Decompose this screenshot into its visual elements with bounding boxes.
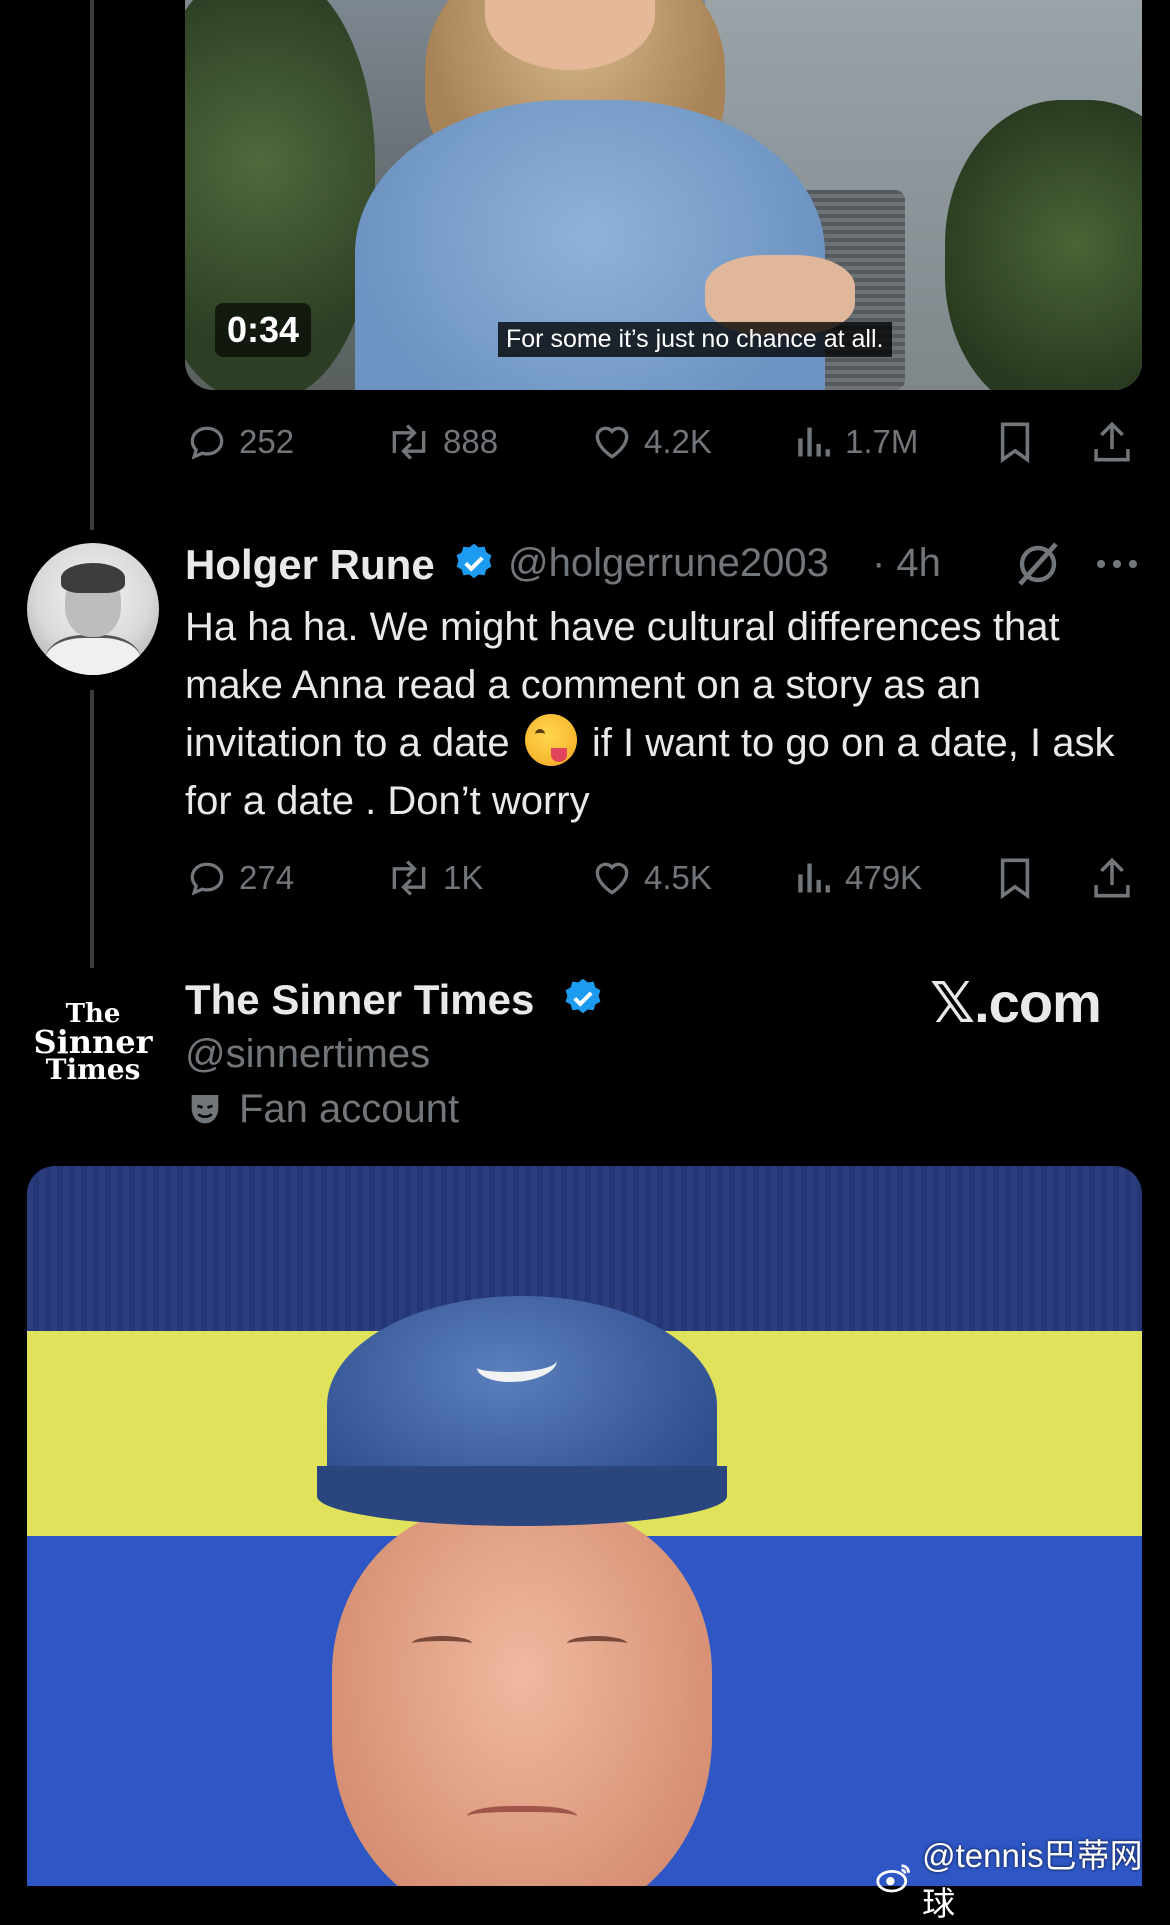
tweet2-author-handle[interactable]: @holgerrune2003 <box>508 541 829 586</box>
bookmark-button[interactable] <box>995 853 1035 903</box>
tweet1-action-bar: 252 888 4.2K 1.7M <box>185 417 1145 467</box>
repost-button[interactable]: 888 <box>385 417 498 467</box>
like-count: 4.5K <box>644 859 712 896</box>
repost-icon <box>392 860 426 896</box>
fan-account-label: Fan account <box>185 1087 459 1132</box>
heart-icon <box>595 426 629 459</box>
logo-line-1: The <box>65 999 121 1029</box>
views-count: 479K <box>845 859 923 896</box>
thread-line-middle <box>90 690 94 968</box>
views-count: 1.7M <box>845 423 919 460</box>
avatar-hair <box>61 563 125 593</box>
photo-eye-right <box>567 1636 627 1651</box>
photo-eye-left <box>412 1636 472 1651</box>
sinner-times-avatar[interactable]: The Sinner Times <box>27 978 159 1110</box>
verified-badge-icon <box>456 543 492 579</box>
reply-icon <box>190 426 224 460</box>
share-button[interactable] <box>1090 417 1134 467</box>
logo-line-2: Sinner <box>33 1023 153 1061</box>
heart-icon <box>595 862 629 895</box>
photo-mouth <box>467 1806 577 1832</box>
reply-button[interactable]: 252 <box>185 417 294 467</box>
tweet3-photo[interactable] <box>27 1166 1142 1886</box>
reply-count: 274 <box>239 859 295 896</box>
video-player[interactable]: 0:34 For some it’s just no chance at all… <box>185 0 1142 390</box>
share-icon <box>1094 421 1130 462</box>
repost-count: 1K <box>443 859 484 896</box>
watermark-text: @tennis巴蒂网球 <box>922 1837 1143 1922</box>
share-icon <box>1094 857 1130 898</box>
repost-button[interactable]: 1K <box>385 853 483 903</box>
weibo-watermark: @tennis巴蒂网球 <box>875 1829 1170 1925</box>
like-button[interactable]: 4.5K <box>590 853 712 903</box>
x-com-brand: 𝕏.com <box>930 971 1102 1034</box>
logo-line-3: Times <box>45 1053 141 1086</box>
views-icon <box>798 863 830 893</box>
like-count: 4.2K <box>644 423 712 460</box>
tweet3-author-handle[interactable]: @sinnertimes <box>185 1032 430 1077</box>
tweet3-author-name[interactable]: The Sinner Times <box>185 976 534 1024</box>
verified-badge-icon <box>565 978 601 1014</box>
like-button[interactable]: 4.2K <box>590 417 712 467</box>
tweet2-text: Ha ha ha. We might have cultural differe… <box>185 598 1125 830</box>
weibo-icon <box>876 1864 910 1893</box>
views-button[interactable]: 1.7M <box>795 417 918 467</box>
holger-rune-avatar[interactable] <box>27 543 159 675</box>
views-icon <box>798 427 830 457</box>
bookmark-button[interactable] <box>995 417 1035 467</box>
grok-icon[interactable] <box>1012 538 1064 590</box>
reply-icon <box>190 862 224 896</box>
share-button[interactable] <box>1090 853 1134 903</box>
tweet2-author-name[interactable]: Holger Rune <box>185 541 435 589</box>
repost-count: 888 <box>443 423 499 460</box>
bookmark-icon <box>1000 422 1030 464</box>
avatar-shirt <box>45 635 141 675</box>
winking-tongue-emoji-icon <box>524 714 577 766</box>
views-button[interactable]: 479K <box>795 853 922 903</box>
tweet2-action-bar: 274 1K 4.5K 479K <box>185 853 1145 903</box>
reply-count: 252 <box>239 423 295 460</box>
more-options-icon[interactable] <box>1094 546 1140 582</box>
thread-line-top <box>90 0 94 530</box>
bookmark-icon <box>1000 858 1030 900</box>
tweet2-timestamp[interactable]: · 4h <box>872 541 941 586</box>
video-timestamp: 0:34 <box>215 303 312 357</box>
reply-button[interactable]: 274 <box>185 853 294 903</box>
fan-account-text: Fan account <box>239 1087 460 1131</box>
repost-icon <box>392 424 426 460</box>
theater-mask-icon <box>191 1094 219 1123</box>
video-caption: For some it’s just no chance at all. <box>498 322 892 357</box>
photo-cap-brim <box>317 1466 727 1526</box>
